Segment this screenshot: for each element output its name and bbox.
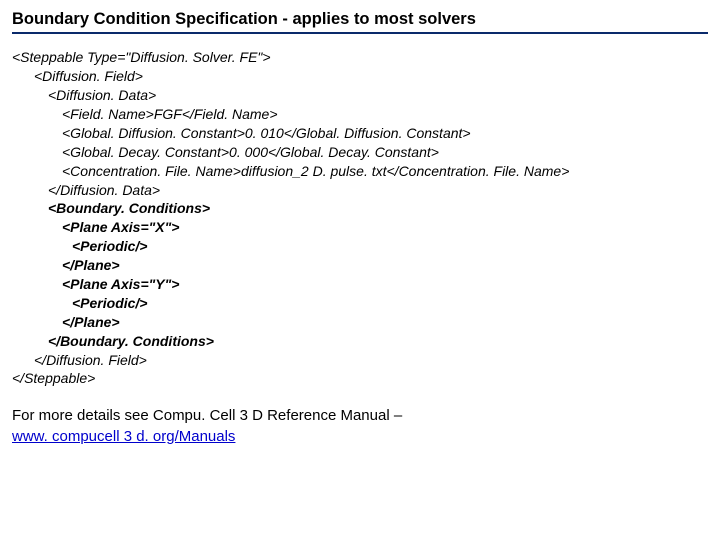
page-title: Boundary Condition Specification - appli… bbox=[12, 8, 708, 34]
code-line: <Concentration. File. Name>diffusion_2 D… bbox=[12, 162, 708, 181]
code-line: </Plane> bbox=[12, 313, 708, 332]
code-line: <Steppable Type="Diffusion. Solver. FE"> bbox=[12, 48, 708, 67]
footer: For more details see Compu. Cell 3 D Ref… bbox=[12, 406, 708, 447]
code-line: <Periodic/> bbox=[12, 237, 708, 256]
code-line: <Global. Diffusion. Constant>0. 010</Glo… bbox=[12, 124, 708, 143]
code-line: <Field. Name>FGF</Field. Name> bbox=[12, 105, 708, 124]
code-line: </Diffusion. Data> bbox=[12, 181, 708, 200]
code-line: <Diffusion. Field> bbox=[12, 67, 708, 86]
footer-text: For more details see Compu. Cell 3 D Ref… bbox=[12, 407, 402, 424]
code-line: <Global. Decay. Constant>0. 000</Global.… bbox=[12, 143, 708, 162]
code-line: </Steppable> bbox=[12, 369, 708, 388]
manuals-link[interactable]: www. compucell 3 d. org/Manuals bbox=[12, 428, 235, 445]
code-line: <Plane Axis="X"> bbox=[12, 218, 708, 237]
code-line: </Boundary. Conditions> bbox=[12, 332, 708, 351]
code-line: <Boundary. Conditions> bbox=[12, 199, 708, 218]
xml-code-block: <Steppable Type="Diffusion. Solver. FE">… bbox=[12, 48, 708, 388]
code-line: <Periodic/> bbox=[12, 294, 708, 313]
code-line: </Plane> bbox=[12, 256, 708, 275]
code-line: <Diffusion. Data> bbox=[12, 86, 708, 105]
code-line: <Plane Axis="Y"> bbox=[12, 275, 708, 294]
code-line: </Diffusion. Field> bbox=[12, 351, 708, 370]
